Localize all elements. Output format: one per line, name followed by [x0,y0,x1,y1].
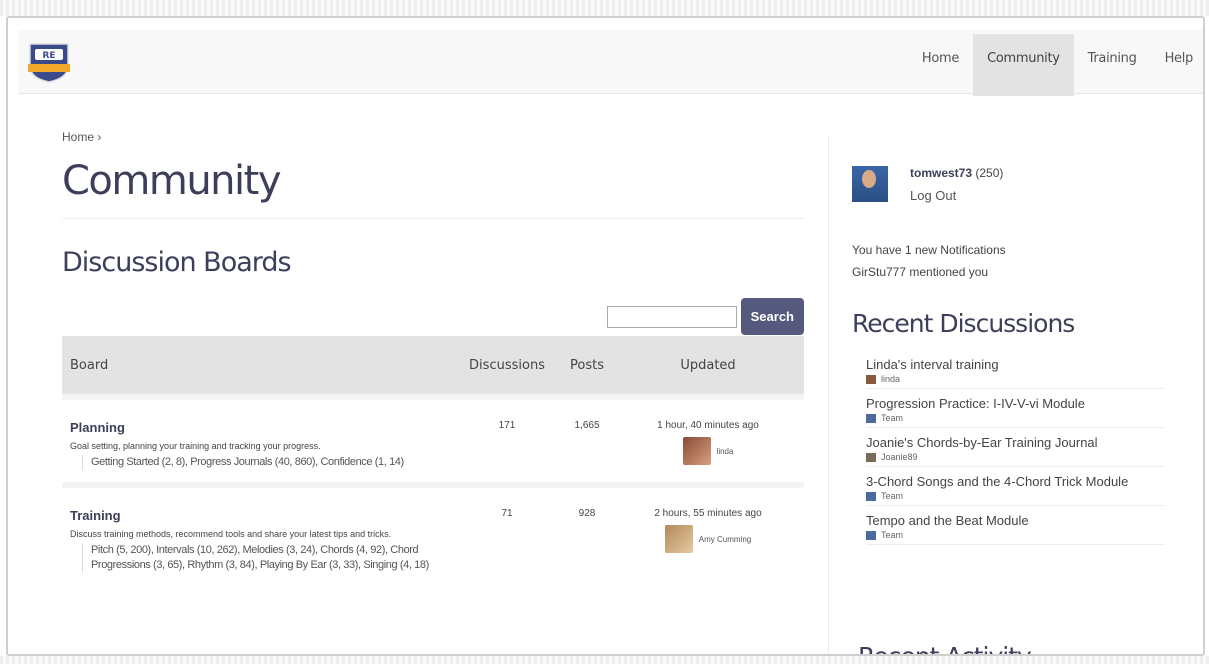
author-name: Joanie89 [881,452,918,462]
author-name: Team [881,530,904,540]
svg-text:RE: RE [42,51,55,61]
last-updated: 2 hours, 55 minutes ago Amy Cumming [612,508,804,573]
list-item: Tempo and the Beat Module Team [866,506,1164,545]
board-description: Discuss training methods, recommend tool… [70,529,392,539]
main-content: Home › Community Discussion Boards Searc… [62,130,804,585]
nav-help[interactable]: Help [1151,34,1203,96]
board-link[interactable]: Planning [70,420,452,435]
logout-link[interactable]: Log Out [910,188,1003,203]
table-row: Training Discuss training methods, recom… [62,488,804,585]
column-header-board: Board [70,357,109,373]
updated-by-name: linda [716,446,734,456]
recent-activity-title: Recent Activity [858,642,1032,654]
top-navbar: RE Home Community Training Help [18,30,1203,96]
updated-time[interactable]: 1 hour, 40 minutes ago [612,420,804,431]
nav-training[interactable]: Training [1074,34,1151,96]
nav-community[interactable]: Community [973,34,1074,96]
nav-home[interactable]: Home [908,34,973,96]
user-points: (250) [975,166,1004,180]
list-item: Progression Practice: I-IV-V-vi Module T… [866,389,1164,428]
sidebar: tomwest73 (250) Log Out You have 1 new N… [852,166,1182,545]
column-header-posts: Posts [570,357,604,373]
table-header: Board Discussions Posts Updated [62,336,804,394]
updated-by-name: Amy Cumming [698,534,752,544]
list-item: Linda's interval training linda [866,350,1164,389]
author-avatar-icon [866,530,876,540]
author-avatar-icon [866,413,876,423]
avatar [664,525,693,553]
list-item: 3-Chord Songs and the 4-Chord Trick Modu… [866,467,1164,506]
last-updated: 1 hour, 40 minutes ago linda [612,420,804,470]
author-name: linda [881,374,901,384]
main-nav: Home Community Training Help [908,34,1203,96]
list-item: Joanie's Chords-by-Ear Training Journal … [866,428,1164,467]
author-avatar-icon [866,452,876,462]
avatar[interactable] [852,166,888,202]
section-title: Discussion Boards [62,247,292,278]
boards-table: Board Discussions Posts Updated Planning… [62,336,804,585]
search-input[interactable] [606,305,737,328]
sidebar-divider [828,136,829,654]
browser-viewport: RE Home Community Training Help Home › C… [6,16,1205,656]
column-header-updated: Updated [680,357,736,373]
notification-item[interactable]: GirStu777 mentioned you [852,261,1182,283]
updated-time[interactable]: 2 hours, 55 minutes ago [612,508,804,519]
notification-count[interactable]: You have 1 new Notifications [852,239,1182,261]
username-link[interactable]: tomwest73 [910,166,972,180]
search-bar: Search [606,298,804,335]
user-meta: tomwest73 (250) Log Out [910,166,1003,203]
recent-discussions-list: Linda's interval training linda Progress… [866,350,1164,545]
author-name: Team [881,491,904,501]
background-strip-top [0,0,1209,16]
post-count: 928 [578,508,596,519]
board-info: Training Discuss training methods, recom… [62,508,452,573]
author-name: Team [881,413,904,423]
discussion-count: 171 [498,420,516,431]
user-panel: tomwest73 (250) Log Out [852,166,1182,203]
table-row: Planning Goal setting, planning your tra… [62,400,804,482]
background-strip-bottom [0,656,1209,664]
user-line: tomwest73 (250) [910,166,1003,180]
board-description: Goal setting, planning your training and… [70,441,321,451]
divider [62,218,804,219]
updated-by[interactable]: linda [612,437,804,465]
subforum-links[interactable]: Pitch (5, 200), Intervals (10, 262), Mel… [82,543,452,573]
updated-by[interactable]: Amy Cumming [612,525,804,553]
site-logo-icon[interactable]: RE [26,40,72,84]
breadcrumb[interactable]: Home › [62,130,804,144]
column-header-discussions: Discussions [469,357,545,373]
board-link[interactable]: Training [70,508,452,523]
avatar [682,437,711,465]
discussion-count: 71 [501,508,513,519]
notifications: You have 1 new Notifications GirStu777 m… [852,239,1182,283]
recent-discussions-title: Recent Discussions [852,309,1075,338]
discussion-link[interactable]: 3-Chord Songs and the 4-Chord Trick Modu… [866,470,1164,494]
page-title: Community [62,158,282,204]
author-avatar-icon [866,374,876,384]
author-avatar-icon [866,491,876,501]
search-button[interactable]: Search [740,298,804,335]
board-info: Planning Goal setting, planning your tra… [62,420,452,470]
subforum-links[interactable]: Getting Started (2, 8), Progress Journal… [82,455,452,470]
post-count: 1,665 [574,420,600,431]
